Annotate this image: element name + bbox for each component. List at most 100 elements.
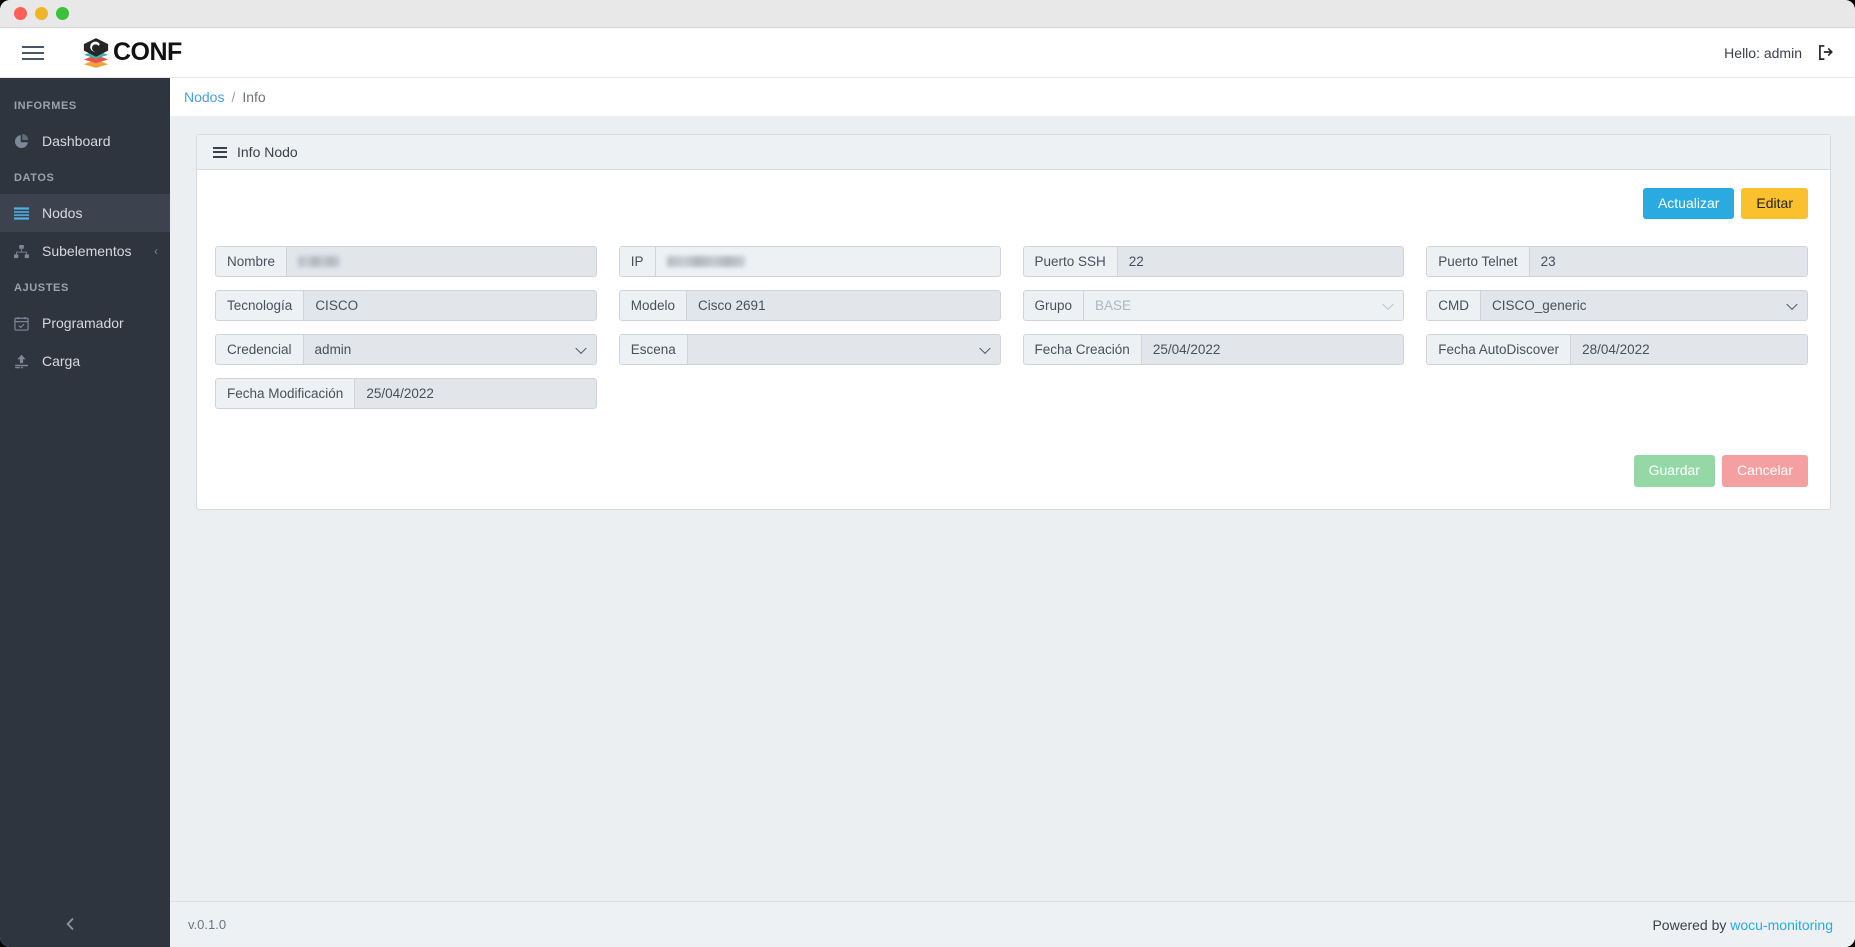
brand-name: CONF — [113, 38, 182, 66]
field-label: IP — [618, 246, 655, 278]
field-label: Puerto Telnet — [1426, 246, 1529, 278]
sidebar-item-label: Nodos — [42, 205, 83, 221]
wocu-monitoring-link[interactable]: wocu-monitoring — [1730, 917, 1833, 933]
field-input[interactable] — [654, 246, 1001, 278]
window-close-button[interactable] — [14, 7, 27, 20]
form-field-escena: Escena — [618, 334, 1001, 366]
form-field-modelo: Modelo Cisco 2691 — [618, 290, 1001, 322]
form-field-fecha-autodiscover: Fecha AutoDiscover 28/04/2022 — [1426, 334, 1808, 366]
chevron-left-icon — [65, 917, 74, 931]
field-select[interactable] — [686, 334, 1001, 366]
app-window: CONF Hello: admin INFORMES Dashboard DAT… — [0, 0, 1855, 947]
form-field-credencial: Credencial admin — [215, 334, 597, 366]
field-input[interactable] — [286, 246, 597, 278]
field-input[interactable]: 28/04/2022 — [1570, 334, 1808, 366]
sidebar-item-label: Dashboard — [42, 133, 111, 149]
breadcrumb-separator: / — [231, 89, 236, 105]
sidebar-collapse-button[interactable] — [0, 901, 170, 947]
sitemap-icon — [14, 244, 36, 259]
chevron-left-icon: ‹ — [154, 244, 158, 258]
cancelar-button[interactable]: Cancelar — [1721, 455, 1808, 487]
form-field-nombre: Nombre — [215, 246, 597, 278]
page-footer: v.0.1.0 Powered by wocu-monitoring — [170, 901, 1855, 947]
logout-icon[interactable] — [1818, 44, 1835, 61]
powered-by: Powered by wocu-monitoring — [1652, 917, 1833, 933]
sidebar-item-label: Carga — [42, 353, 81, 369]
brand-logo-group[interactable]: CONF — [82, 37, 182, 68]
field-select[interactable]: BASE — [1083, 290, 1405, 322]
calendar-check-icon — [14, 316, 36, 331]
breadcrumb: Nodos / Info — [170, 78, 1855, 116]
sidebar-item-nodos[interactable]: Nodos — [0, 194, 170, 232]
field-label: Escena — [618, 334, 687, 366]
form-field-fecha-creaci-n: Fecha Creación 25/04/2022 — [1022, 334, 1405, 366]
sidebar-item-carga[interactable]: Carga — [0, 342, 170, 380]
sidebar-section-title-informes: INFORMES — [14, 100, 77, 112]
field-input[interactable]: 25/04/2022 — [1140, 334, 1405, 366]
user-greeting: Hello: admin — [1724, 44, 1802, 61]
window-titlebar — [0, 0, 1855, 28]
stacked-layers-icon — [83, 37, 109, 68]
field-label: Grupo — [1022, 290, 1084, 322]
sidebar-nav: INFORMES Dashboard DATOS Nodos Subelemen… — [0, 78, 170, 901]
sidebar-item-label: Programador — [42, 315, 124, 331]
field-input[interactable]: 23 — [1528, 246, 1808, 278]
sidebar-section-title-datos: DATOS — [14, 172, 55, 184]
form-field-puerto-ssh: Puerto SSH 22 — [1022, 246, 1405, 278]
top-navbar: CONF Hello: admin — [0, 28, 1855, 78]
redacted-value — [298, 256, 341, 268]
card-body: Actualizar Editar Nombre IP Puerto SSH 22… — [197, 170, 1830, 509]
list-icon — [14, 206, 36, 221]
main-panel: Info Nodo Actualizar Editar Nombre IP Pu… — [170, 116, 1855, 901]
field-input[interactable]: 22 — [1116, 246, 1405, 278]
sidebar-item-dashboard[interactable]: Dashboard — [0, 122, 170, 160]
field-select[interactable]: CISCO_generic — [1480, 290, 1808, 322]
field-label: Puerto SSH — [1022, 246, 1117, 278]
field-label: Fecha AutoDiscover — [1426, 334, 1571, 366]
redacted-value — [666, 256, 745, 268]
window-minimize-button[interactable] — [35, 7, 48, 20]
breadcrumb-link-nodos[interactable]: Nodos — [184, 89, 224, 105]
navbar-right: Hello: admin — [1724, 44, 1835, 61]
form-field-cmd: CMD CISCO_generic — [1426, 290, 1808, 322]
sidebar-item-subelementos[interactable]: Subelementos ‹ — [0, 232, 170, 270]
field-label: CMD — [1426, 290, 1480, 322]
sidebar-item-label: Subelementos — [42, 243, 132, 259]
menu-toggle-icon[interactable] — [16, 38, 50, 68]
field-label: Fecha Creación — [1022, 334, 1141, 366]
field-label: Tecnología — [215, 290, 304, 322]
field-input[interactable]: 25/04/2022 — [354, 378, 597, 410]
body-split: INFORMES Dashboard DATOS Nodos Subelemen… — [0, 78, 1855, 947]
content-area: Nodos / Info Info Nodo Actualizar Editar — [170, 78, 1855, 947]
sidebar: INFORMES Dashboard DATOS Nodos Subelemen… — [0, 78, 170, 947]
sidebar-section-title-ajustes: AJUSTES — [14, 282, 69, 294]
form-field-fecha-modificaci-n: Fecha Modificación 25/04/2022 — [215, 378, 597, 410]
card-action-buttons: Actualizar Editar — [215, 188, 1808, 220]
form-field-grupo: Grupo BASE — [1022, 290, 1405, 322]
sidebar-item-programador[interactable]: Programador — [0, 304, 170, 342]
list-bars-icon — [213, 146, 227, 158]
card-header: Info Nodo — [197, 135, 1830, 170]
pie-chart-icon — [14, 133, 36, 149]
app-version: v.0.1.0 — [188, 917, 227, 932]
info-nodo-card: Info Nodo Actualizar Editar Nombre IP Pu… — [196, 134, 1831, 510]
form-field-ip: IP — [618, 246, 1001, 278]
window-maximize-button[interactable] — [56, 7, 69, 20]
field-label: Nombre — [215, 246, 287, 278]
guardar-button[interactable]: Guardar — [1633, 455, 1715, 487]
field-label: Fecha Modificación — [215, 378, 355, 410]
node-info-form: Nombre IP Puerto SSH 22 Puerto Telnet 23 Tec… — [215, 246, 1808, 410]
actualizar-button[interactable]: Actualizar — [1642, 188, 1735, 220]
field-label: Modelo — [618, 290, 687, 322]
breadcrumb-current: Info — [242, 89, 266, 105]
form-field-puerto-telnet: Puerto Telnet 23 — [1426, 246, 1808, 278]
field-input[interactable]: CISCO — [303, 290, 597, 322]
editar-button[interactable]: Editar — [1741, 188, 1808, 220]
field-input[interactable]: Cisco 2691 — [686, 290, 1001, 322]
form-footer-buttons: Guardar Cancelar — [215, 455, 1808, 487]
field-select[interactable]: admin — [302, 334, 597, 366]
form-field-tecnolog-a: Tecnología CISCO — [215, 290, 597, 322]
field-label: Credencial — [215, 334, 303, 366]
upload-icon — [14, 354, 36, 369]
card-title: Info Nodo — [237, 144, 298, 160]
